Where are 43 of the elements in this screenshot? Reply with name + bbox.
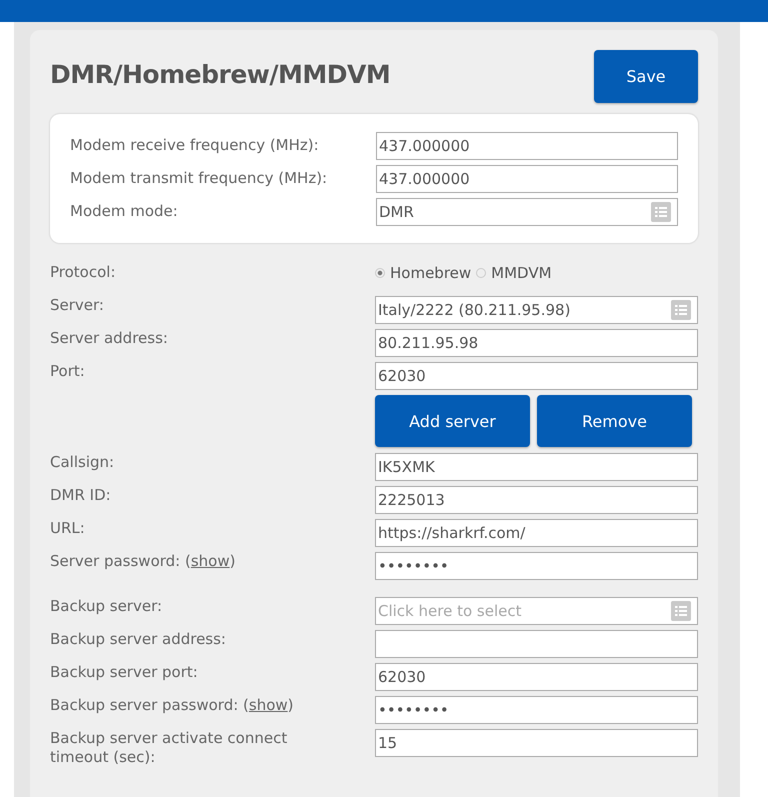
field-label: DMR ID: bbox=[50, 486, 112, 505]
field-label: Backup server activate connect timeout (sec): bbox=[50, 729, 288, 767]
field-label: Server password: (show) bbox=[50, 552, 236, 571]
list-icon[interactable] bbox=[671, 601, 691, 621]
save-button[interactable]: Save bbox=[594, 50, 698, 103]
select-field[interactable]: DMR bbox=[376, 198, 678, 226]
radio-button[interactable] bbox=[476, 268, 486, 278]
field-label: Backup server address: bbox=[50, 630, 227, 649]
page-title: DMR/Homebrew/MMDVM bbox=[50, 60, 390, 89]
input-field[interactable]: https://sharkrf.com/ bbox=[375, 519, 698, 547]
radio-label[interactable]: MMDVM bbox=[491, 264, 552, 282]
field-label: Backup server port: bbox=[50, 663, 199, 682]
field-label: Protocol: bbox=[50, 263, 117, 282]
field-label: Server: bbox=[50, 296, 105, 315]
input-field[interactable]: IK5XMK bbox=[375, 453, 698, 481]
input-field[interactable]: 437.000000 bbox=[376, 165, 678, 193]
input-field[interactable] bbox=[375, 630, 698, 658]
input-field[interactable]: 2225013 bbox=[375, 486, 698, 514]
field-label: URL: bbox=[50, 519, 86, 538]
field-label: Callsign: bbox=[50, 453, 116, 472]
select-field[interactable]: Italy/2222 (80.211.95.98) bbox=[375, 296, 698, 324]
list-icon[interactable] bbox=[671, 300, 691, 320]
field-label: Modem transmit frequency (MHz): bbox=[70, 168, 328, 188]
show-link[interactable]: show bbox=[190, 552, 230, 570]
field-label: Port: bbox=[50, 362, 86, 381]
action-button[interactable]: Remove bbox=[537, 395, 692, 447]
list-icon[interactable] bbox=[651, 202, 671, 222]
input-field[interactable]: 62030 bbox=[375, 663, 698, 691]
password-field[interactable]: •••••••• bbox=[375, 696, 698, 724]
field-label: Backup server password: (show) bbox=[50, 696, 295, 715]
action-button[interactable]: Add server bbox=[375, 395, 530, 447]
field-label: Server address: bbox=[50, 329, 169, 348]
input-field[interactable]: 15 bbox=[375, 729, 698, 757]
field-label: Modem mode: bbox=[70, 201, 179, 221]
radio-button[interactable] bbox=[375, 268, 385, 278]
input-field[interactable]: 437.000000 bbox=[376, 132, 678, 160]
input-field[interactable]: 62030 bbox=[375, 362, 698, 390]
field-label: Modem receive frequency (MHz): bbox=[70, 135, 320, 155]
password-field[interactable]: •••••••• bbox=[375, 552, 698, 580]
input-field[interactable]: 80.211.95.98 bbox=[375, 329, 698, 357]
show-link[interactable]: show bbox=[248, 696, 288, 714]
radio-label[interactable]: Homebrew bbox=[390, 264, 472, 282]
field-label: Backup server: bbox=[50, 597, 164, 616]
